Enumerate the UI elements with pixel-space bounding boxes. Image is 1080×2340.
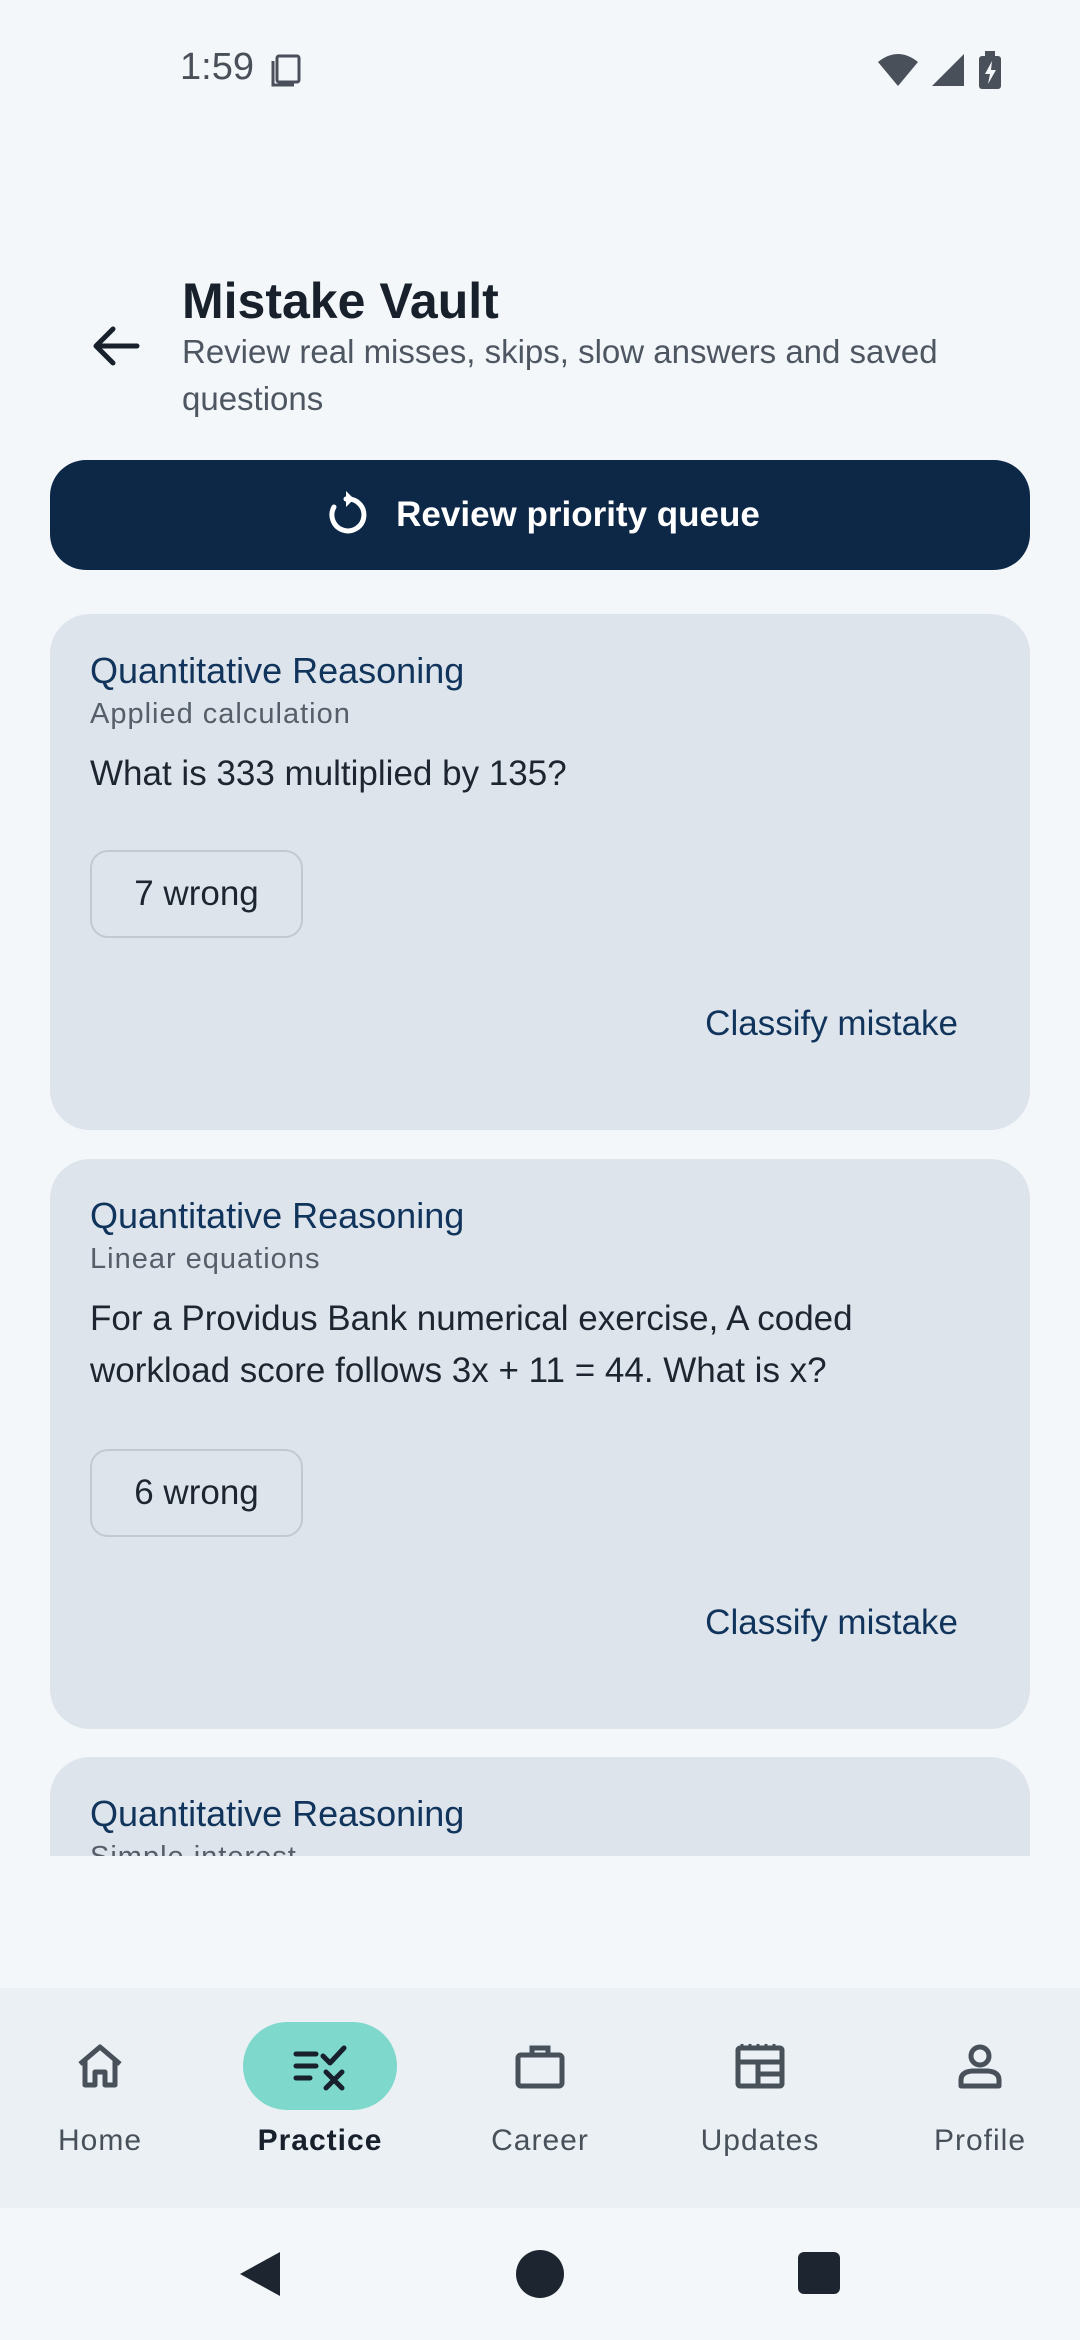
card-subject: Quantitative Reasoning xyxy=(90,650,465,691)
nav-updates-label: Updates xyxy=(700,2124,820,2157)
newspaper-icon xyxy=(735,2044,785,2089)
wifi-icon xyxy=(876,52,920,93)
status-icons xyxy=(876,50,1004,95)
system-back-icon[interactable] xyxy=(234,2248,286,2305)
status-bar: 1:59 xyxy=(0,0,1080,140)
card-topic: Applied calculation xyxy=(90,698,351,730)
wrong-count-chip: 7 wrong xyxy=(90,850,303,938)
home-icon xyxy=(78,2044,122,2088)
card-topic: Linear equations xyxy=(90,1243,321,1275)
classify-mistake-button[interactable]: Classify mistake xyxy=(705,1004,958,1044)
practice-icon xyxy=(293,2045,347,2091)
refresh-icon xyxy=(329,491,367,534)
card-question: What is 333 multiplied by 135? xyxy=(90,754,567,793)
card-question: For a Providus Bank numerical exercise, … xyxy=(90,1299,853,1390)
nav-practice-label: Practice xyxy=(257,2124,383,2157)
status-time: 1:59 xyxy=(180,46,254,88)
nav-profile-label: Profile xyxy=(933,2124,1027,2157)
back-button[interactable] xyxy=(80,310,152,382)
mistake-list[interactable]: Quantitative Reasoning Applied calculati… xyxy=(0,614,1080,1856)
nav-profile[interactable]: Profile xyxy=(880,1988,1080,2208)
system-navigation-bar xyxy=(0,2208,1080,2340)
bottom-navigation: Home Practice Career Updates Profile xyxy=(0,1988,1080,2208)
card-topic: Simple interest xyxy=(90,1841,297,1856)
mistake-card[interactable]: Quantitative Reasoning Linear equations … xyxy=(50,1159,1030,1729)
nav-career[interactable]: Career xyxy=(440,1988,640,2208)
nav-home-label: Home xyxy=(57,2124,143,2157)
mistake-card[interactable]: Quantitative Reasoning Simple interest xyxy=(50,1757,1030,1856)
system-recents-icon[interactable] xyxy=(796,2248,844,2301)
arrow-back-icon xyxy=(93,326,140,366)
person-icon xyxy=(958,2044,1002,2089)
notification-icon xyxy=(268,52,304,93)
card-subject: Quantitative Reasoning xyxy=(90,1793,465,1834)
page-title: Mistake Vault xyxy=(182,273,499,329)
review-priority-queue-label: Review priority queue xyxy=(396,495,760,534)
battery-icon xyxy=(976,50,1004,95)
nav-career-label: Career xyxy=(491,2124,589,2157)
mistake-card[interactable]: Quantitative Reasoning Applied calculati… xyxy=(50,614,1030,1130)
wrong-count-chip: 6 wrong xyxy=(90,1449,303,1537)
briefcase-icon xyxy=(515,2045,565,2089)
page-subtitle: Review real misses, skips, slow answers … xyxy=(182,333,938,417)
nav-home[interactable]: Home xyxy=(0,1988,200,2208)
system-home-icon[interactable] xyxy=(514,2248,566,2305)
signal-icon xyxy=(930,52,966,93)
nav-updates[interactable]: Updates xyxy=(660,1988,860,2208)
card-subject: Quantitative Reasoning xyxy=(90,1195,465,1236)
nav-practice[interactable]: Practice xyxy=(220,1988,420,2208)
classify-mistake-button[interactable]: Classify mistake xyxy=(705,1603,958,1643)
review-priority-queue-button[interactable]: Review priority queue xyxy=(50,460,1030,570)
